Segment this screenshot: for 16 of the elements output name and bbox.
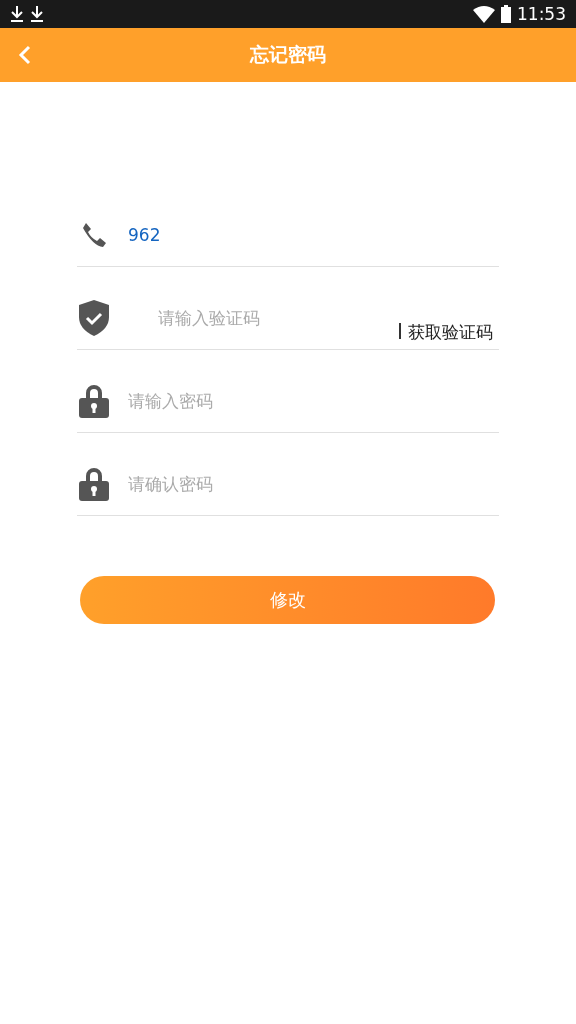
shield-check-icon — [79, 300, 109, 336]
lock-icon — [79, 467, 109, 501]
password-input[interactable]: 请输入密码 — [128, 391, 499, 411]
password-input[interactable]: 请确认密码 — [128, 474, 499, 494]
phone-input[interactable]: 962 — [128, 225, 499, 245]
status-time: 11:53 — [517, 4, 566, 24]
get-code-button[interactable]: 获取验证码 — [399, 323, 499, 339]
code-input[interactable]: 请输入验证码 — [128, 308, 399, 328]
download-icon — [10, 5, 24, 23]
back-icon[interactable] — [18, 45, 32, 65]
lock-icon — [79, 384, 109, 418]
wifi-icon — [473, 5, 495, 23]
header-title: 忘记密码 — [250, 42, 326, 67]
phone-icon — [81, 222, 107, 248]
battery-icon — [501, 5, 511, 23]
download-icon — [30, 5, 44, 23]
